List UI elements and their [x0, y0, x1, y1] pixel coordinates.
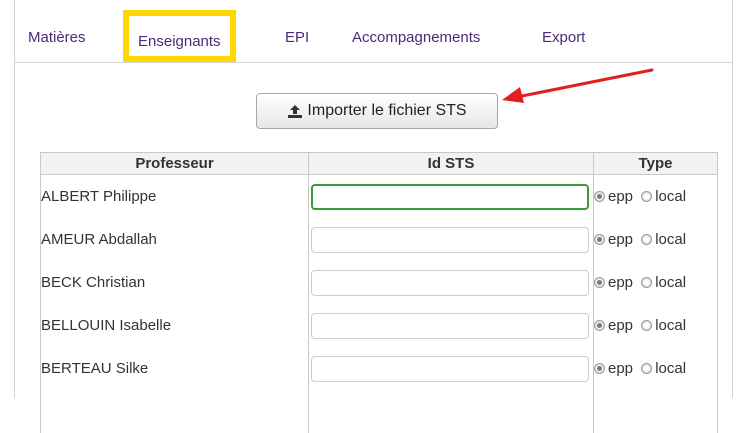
table-row: AMEUR Abdallah epp local — [40, 218, 718, 261]
header-type: Type — [593, 152, 718, 175]
header-id-sts: Id STS — [308, 152, 594, 175]
type-epp-label: epp — [608, 360, 634, 377]
import-sts-button[interactable]: Importer le fichier STS — [256, 93, 498, 129]
type-epp-label: epp — [608, 188, 634, 205]
tab-export[interactable]: Export — [542, 0, 585, 63]
professor-name: BELLOUIN Isabelle — [40, 304, 309, 347]
type-local-radio[interactable] — [641, 320, 653, 331]
type-local-radio[interactable] — [641, 234, 653, 245]
tab-enseignants[interactable]: Enseignants — [123, 10, 236, 62]
type-local-label: local — [655, 360, 687, 377]
id-sts-input[interactable] — [311, 226, 589, 253]
type-epp-radio[interactable] — [594, 363, 605, 374]
professor-name: BECK Christian — [40, 261, 309, 304]
table-row: BELLOUIN Isabelle epp local — [40, 304, 718, 347]
type-local-radio[interactable] — [641, 191, 653, 202]
tab-accompagnements[interactable]: Accompagnements — [352, 0, 480, 63]
professor-name: AMEUR Abdallah — [40, 218, 309, 261]
tab-bar: Matières Enseignants EPI Accompagnements… — [14, 0, 733, 63]
professor-name: BERTEAU Silke — [40, 347, 309, 390]
type-epp-radio[interactable] — [594, 191, 605, 202]
annotation-arrow — [502, 68, 654, 103]
professor-name: ALBERT Philippe — [40, 174, 309, 218]
type-local-label: local — [655, 188, 687, 205]
id-sts-input[interactable] — [311, 312, 589, 339]
type-local-radio[interactable] — [641, 363, 653, 374]
upload-icon — [288, 104, 303, 118]
table-row-partial — [40, 390, 718, 433]
professors-table: Professeur Id STS Type ALBERT Philippe e… — [40, 152, 718, 433]
id-sts-input[interactable] — [311, 269, 589, 296]
table-row: BECK Christian epp local — [40, 261, 718, 304]
type-local-label: local — [655, 231, 687, 248]
type-local-radio[interactable] — [641, 277, 653, 288]
table-row: BERTEAU Silke epp local — [40, 347, 718, 390]
id-sts-input[interactable] — [311, 355, 589, 382]
type-local-label: local — [655, 317, 687, 334]
tab-epi[interactable]: EPI — [285, 0, 309, 63]
type-epp-radio[interactable] — [594, 277, 605, 288]
type-epp-radio[interactable] — [594, 234, 605, 245]
import-button-label: Importer le fichier STS — [307, 102, 467, 119]
header-professeur: Professeur — [40, 152, 309, 175]
type-epp-radio[interactable] — [594, 320, 605, 331]
table-row: ALBERT Philippe epp local — [40, 174, 718, 218]
id-sts-input[interactable] — [311, 183, 589, 210]
table-header-row: Professeur Id STS Type — [40, 152, 718, 175]
type-epp-label: epp — [608, 231, 634, 248]
type-epp-label: epp — [608, 317, 634, 334]
tab-matieres[interactable]: Matières — [28, 0, 86, 63]
type-local-label: local — [655, 274, 687, 291]
type-epp-label: epp — [608, 274, 634, 291]
